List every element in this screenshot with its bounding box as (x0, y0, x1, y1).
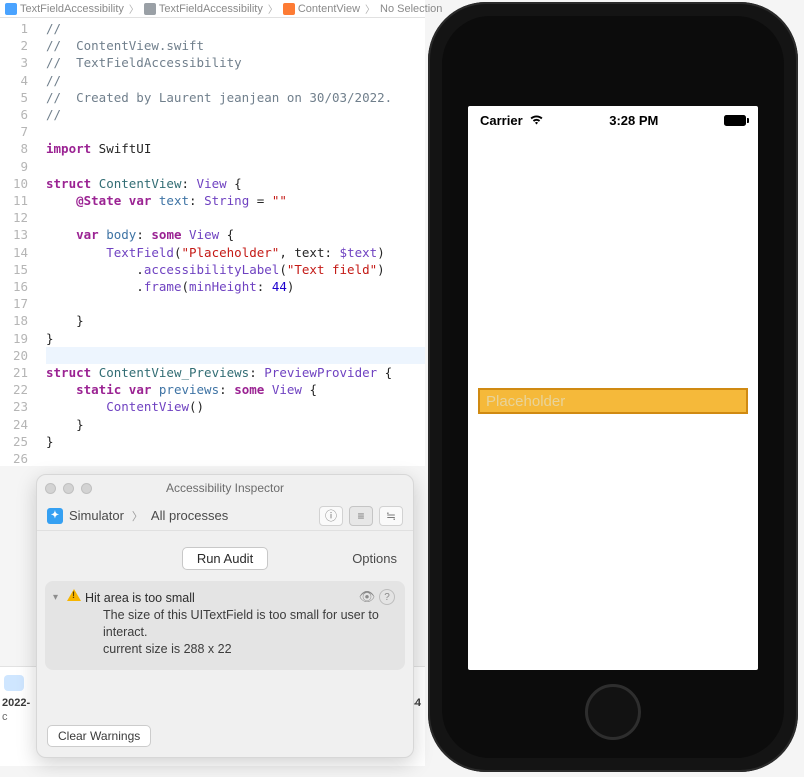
code-line[interactable] (46, 209, 425, 226)
code-line[interactable]: // (46, 20, 425, 37)
swift-icon (283, 3, 295, 15)
code-line[interactable]: struct ContentView: View { (46, 175, 425, 192)
line-gutter: 1234567891011121314151617181920212223242… (0, 18, 36, 466)
breadcrumb-label: No Selection (380, 3, 442, 15)
breadcrumb: TextFieldAccessibility 〉 TextFieldAccess… (0, 0, 425, 18)
audit-tab-button[interactable]: ≡ (349, 506, 373, 526)
eye-icon[interactable]: 👁 (359, 589, 375, 605)
code-line[interactable]: } (46, 330, 425, 347)
code-line[interactable]: // (46, 106, 425, 123)
filter-pill[interactable] (4, 675, 24, 691)
options-button[interactable]: Options (352, 551, 397, 566)
code-line[interactable] (46, 295, 425, 312)
status-bar: Carrier 3:28 PM (480, 110, 746, 130)
code-line[interactable]: import SwiftUI (46, 140, 425, 157)
status-year: 2022- (2, 697, 30, 709)
audit-issue[interactable]: ▾ 👁 ? Hit area is too small The size of … (45, 581, 405, 670)
breadcrumb-label: TextFieldAccessibility (20, 3, 124, 15)
clear-warnings-button[interactable]: Clear Warnings (47, 725, 151, 747)
code-line[interactable]: // (46, 72, 425, 89)
code-line[interactable]: // TextFieldAccessibility (46, 54, 425, 71)
warning-icon (67, 589, 81, 601)
status-col: c (2, 711, 8, 723)
wifi-icon (529, 113, 544, 128)
run-audit-button[interactable]: Run Audit (182, 547, 268, 570)
code-line[interactable] (46, 123, 425, 140)
code-editor[interactable]: 1234567891011121314151617181920212223242… (0, 18, 425, 466)
code-line[interactable]: ContentView() (46, 398, 425, 415)
textfield-placeholder: Placeholder (486, 393, 565, 410)
code-line[interactable]: } (46, 433, 425, 450)
breadcrumb-folder[interactable]: TextFieldAccessibility (141, 3, 266, 15)
home-button[interactable] (585, 684, 641, 740)
code-line[interactable]: static var previews: some View { (46, 381, 425, 398)
breadcrumb-selection[interactable]: No Selection (377, 3, 445, 15)
code-line[interactable]: @State var text: String = "" (46, 192, 425, 209)
simulator-screen[interactable]: Carrier 3:28 PM Placeholder (468, 106, 758, 670)
code-line[interactable] (46, 347, 425, 364)
code-line[interactable]: struct ContentView_Previews: PreviewProv… (46, 364, 425, 381)
folder-icon (144, 3, 156, 15)
chevron-right-icon: 〉 (129, 1, 139, 16)
breadcrumb-label: TextFieldAccessibility (159, 3, 263, 15)
audit-controls: Run Audit Options (37, 541, 413, 575)
window-title: Accessibility Inspector (37, 481, 413, 495)
app-icon (5, 3, 17, 15)
settings-button[interactable]: ≒ (379, 506, 403, 526)
breadcrumb-file[interactable]: ContentView (280, 3, 363, 15)
code-line[interactable]: // ContentView.swift (46, 37, 425, 54)
simulator-icon: ✦ (47, 508, 63, 524)
issue-title: Hit area is too small (85, 591, 393, 605)
clock: 3:28 PM (609, 113, 658, 128)
code-line[interactable]: } (46, 416, 425, 433)
inspector-toolbar: ✦ Simulator 〉 All processes ⓘ ≡ ≒ (37, 501, 413, 531)
iphone-simulator: Carrier 3:28 PM Placeholder (428, 2, 798, 772)
code-line[interactable]: // Created by Laurent jeanjean on 30/03/… (46, 89, 425, 106)
accessibility-inspector-window: Accessibility Inspector ✦ Simulator 〉 Al… (36, 474, 414, 758)
disclosure-icon[interactable]: ▾ (53, 592, 58, 603)
code-line[interactable] (46, 158, 425, 175)
sliders-icon: ≒ (386, 509, 396, 523)
chevron-right-icon: 〉 (365, 1, 375, 16)
code-line[interactable] (46, 450, 425, 467)
code-line[interactable]: } (46, 312, 425, 329)
code-line[interactable]: var body: some View { (46, 226, 425, 243)
chevron-right-icon: 〉 (132, 508, 143, 524)
breadcrumb-project[interactable]: TextFieldAccessibility (2, 3, 127, 15)
issue-desc-2: current size is 288 x 22 (103, 641, 393, 658)
code-line[interactable]: TextField("Placeholder", text: $text) (46, 244, 425, 261)
info-button[interactable]: ⓘ (319, 506, 343, 526)
help-icon[interactable]: ? (379, 589, 395, 605)
chevron-right-icon: 〉 (268, 1, 278, 16)
code-line[interactable]: .accessibilityLabel("Text field") (46, 261, 425, 278)
textfield-highlight[interactable]: Placeholder (478, 388, 748, 414)
code-area[interactable]: //// ContentView.swift// TextFieldAccess… (36, 18, 425, 466)
breadcrumb-label: ContentView (298, 3, 360, 15)
carrier-label: Carrier (480, 113, 523, 128)
battery-icon (724, 115, 746, 126)
code-line[interactable]: .frame(minHeight: 44) (46, 278, 425, 295)
target-app[interactable]: Simulator (69, 508, 124, 523)
target-process[interactable]: All processes (151, 508, 228, 523)
issue-desc-1: The size of this UITextField is too smal… (103, 607, 393, 641)
